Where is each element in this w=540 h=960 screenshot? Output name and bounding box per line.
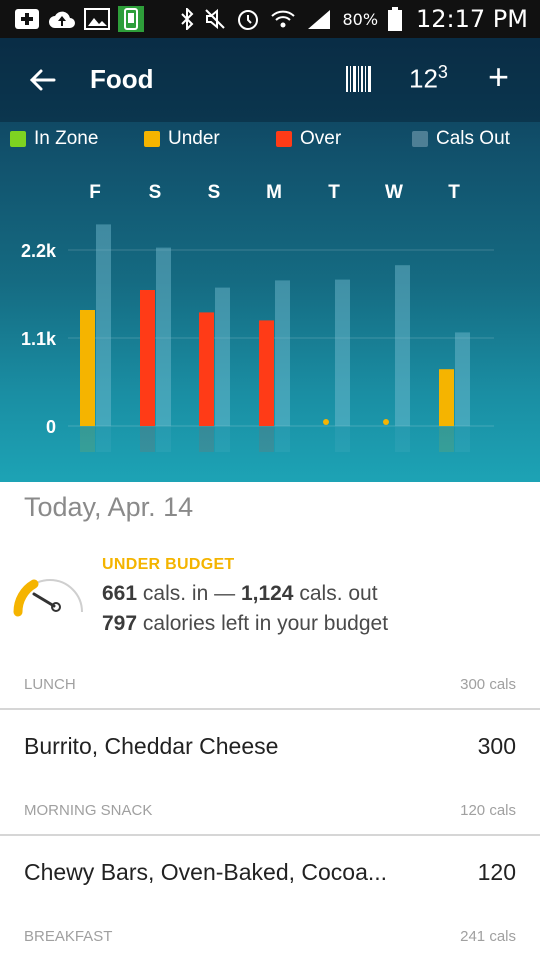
bar-reflection [80, 426, 95, 452]
cals-out-value: 1,124 [240, 582, 294, 605]
image-icon [84, 8, 110, 30]
food-item-cals: 300 [477, 732, 516, 759]
bar-reflection [156, 426, 171, 452]
meal-name: MORNING SNACK [24, 802, 153, 819]
budget-gauge-icon [13, 579, 83, 617]
y-tick-label: 2.2k [21, 241, 57, 261]
cals-out-label: cals. out [299, 582, 378, 605]
x-tick-label: S [149, 182, 162, 203]
bar-reflection [259, 426, 274, 452]
x-tick-label: T [328, 182, 340, 203]
battery-icon [388, 7, 403, 31]
food-item-name: Burrito, Cheddar Cheese [24, 732, 279, 759]
meal-cals: 241 cals [460, 928, 516, 945]
bar-reflection [199, 426, 214, 452]
bar-cals-out [96, 224, 111, 426]
meal-header-breakfast: BREAKFAST 241 cals [24, 928, 516, 954]
cals-left-label: calories left in your budget [142, 612, 389, 635]
divider [0, 834, 540, 836]
cals-summary: 661 cals. in — 1,124 cals. out [102, 582, 378, 606]
today-date: Today, Apr. 14 [24, 492, 194, 522]
x-tick-label: W [385, 182, 403, 203]
bar-cals-out [156, 247, 171, 426]
bar-cals-in-empty [323, 419, 329, 425]
meal-name: BREAKFAST [24, 928, 113, 945]
cals-left-summary: 797 calories left in your budget [102, 612, 388, 636]
x-tick-label: S [208, 182, 221, 203]
y-tick-label: 0 [46, 417, 56, 437]
bar-cals-out [395, 265, 410, 426]
bar-reflection [96, 426, 111, 452]
phone-sync-icon [118, 6, 144, 32]
bar-reflection [140, 426, 155, 452]
meal-name: LUNCH [24, 676, 76, 693]
food-item-name: Chewy Bars, Oven-Baked, Cocoa... [24, 858, 388, 885]
clock: 12:17 PM [416, 5, 528, 33]
budget-summary: UNDER BUDGET 661 cals. in — 1,124 cals. … [0, 552, 540, 652]
cals-left-value: 797 [102, 612, 138, 635]
bar-reflection [335, 426, 350, 452]
bar-cals-out [275, 280, 290, 426]
meal-cals: 300 cals [460, 676, 516, 693]
bar-cals-in [140, 290, 155, 426]
bluetooth-icon [180, 8, 194, 30]
cals-in-label: cals. in — [142, 582, 236, 605]
meal-header-lunch: LUNCH 300 cals [24, 676, 516, 702]
budget-status-label: UNDER BUDGET [102, 556, 235, 573]
bar-cals-in [80, 310, 95, 426]
food-item-row[interactable]: Chewy Bars, Oven-Baked, Cocoa... 120 [24, 842, 516, 902]
food-item-cals: 120 [477, 858, 516, 885]
wifi-icon [270, 8, 296, 30]
mute-icon [204, 8, 226, 30]
cals-in-value: 661 [102, 582, 138, 605]
x-tick-label: F [89, 182, 101, 203]
divider [0, 708, 540, 710]
x-tick-label: M [266, 182, 282, 203]
chart-panel: Food 123 + In Zone Under Over Cals Out 2… [0, 38, 540, 482]
bar-cals-out [215, 287, 230, 426]
bar-reflection [439, 426, 454, 452]
bar-cals-out [455, 332, 470, 426]
y-tick-label: 1.1k [21, 329, 57, 349]
bar-reflection [275, 426, 290, 452]
meal-cals: 120 cals [460, 802, 516, 819]
bar-reflection [395, 426, 410, 452]
cloud-upload-icon [48, 8, 76, 30]
bar-cals-out [335, 279, 350, 426]
battery-percent: 80% [342, 9, 379, 29]
bar-cals-in [259, 320, 274, 426]
bar-cals-in [199, 312, 214, 426]
bar-reflection [455, 426, 470, 452]
alarm-icon [236, 7, 260, 31]
bar-reflection [215, 426, 230, 452]
x-tick-label: T [448, 182, 460, 203]
bar-cals-in [439, 369, 454, 426]
status-bar: 80% 12:17 PM [0, 0, 540, 38]
bar-cals-in-empty [383, 419, 389, 425]
food-item-row[interactable]: Burrito, Cheddar Cheese 300 [24, 716, 516, 776]
add-box-icon [14, 8, 40, 30]
meal-header-morning-snack: MORNING SNACK 120 cals [24, 802, 516, 828]
calorie-bar-chart[interactable]: 2.2k 1.1k 0 F S S M T W T [0, 38, 540, 482]
signal-icon [306, 8, 332, 30]
